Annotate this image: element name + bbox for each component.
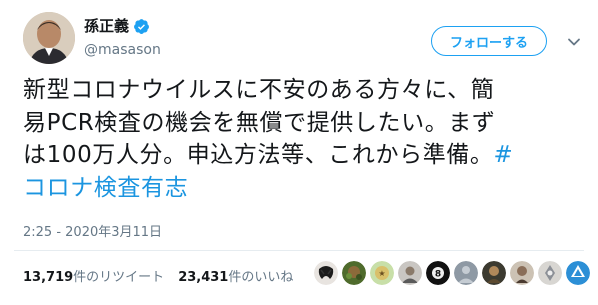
divider <box>14 250 584 251</box>
hashtag-link[interactable]: コロナ検査有志 <box>23 172 583 205</box>
liker-avatar[interactable] <box>510 261 534 285</box>
svg-text:★: ★ <box>378 269 385 278</box>
display-name[interactable]: 孫正義 <box>84 16 129 36</box>
liker-avatar[interactable] <box>342 261 366 285</box>
liker-avatar[interactable]: 8 <box>426 261 450 285</box>
liker-avatar[interactable] <box>398 261 422 285</box>
timestamp[interactable]: 2:25 - 2020年3月11日 <box>23 221 162 240</box>
liker-avatar[interactable] <box>454 261 478 285</box>
liker-avatar[interactable]: ★ <box>370 261 394 285</box>
tweet-text-fragment: は100万人分。申込方法等、これから準備。 <box>23 142 494 168</box>
svg-text:8: 8 <box>435 270 441 280</box>
retweets-label: 件のリツイート <box>73 270 165 285</box>
chevron-down-icon[interactable] <box>567 34 581 48</box>
likes-count: 23,431 <box>178 270 229 285</box>
liker-avatar[interactable] <box>314 261 338 285</box>
avatar[interactable] <box>23 12 75 64</box>
tweet-text: 新型コロナウイルスに不安のある方々に、簡 易PCR検査の機会を無償で提供したい。… <box>23 74 583 204</box>
tweet-stats: 13,719件のリツイート 23,431件のいいね <box>23 266 293 285</box>
verified-badge-icon <box>133 18 150 35</box>
likes-stat[interactable]: 23,431件のいいね <box>178 266 293 285</box>
liker-avatar[interactable] <box>538 261 562 285</box>
username[interactable]: @masason <box>84 41 161 59</box>
liker-avatar[interactable] <box>482 261 506 285</box>
liker-avatars: ★ 8 <box>314 261 590 285</box>
follow-button[interactable]: フォローする <box>431 26 547 56</box>
retweets-stat[interactable]: 13,719件のリツイート <box>23 266 164 285</box>
tweet-text-line-with-hashtag: は100万人分。申込方法等、これから準備。# <box>23 139 583 172</box>
tweet-text-line: 易PCR検査の機会を無償で提供したい。まず <box>23 109 496 136</box>
likes-label: 件のいいね <box>228 270 294 285</box>
liker-avatar[interactable] <box>566 261 590 285</box>
tweet-card: 孫正義 @masason フォローする 新型コロナウイルスに不安のある方々に、簡… <box>0 0 598 305</box>
retweets-count: 13,719 <box>23 270 74 285</box>
tweet-text-line: 新型コロナウイルスに不安のある方々に、簡 <box>23 77 495 103</box>
display-name-row[interactable]: 孫正義 <box>84 16 150 36</box>
hashtag-symbol[interactable]: # <box>494 142 514 168</box>
user-info: 孫正義 @masason <box>84 16 161 59</box>
